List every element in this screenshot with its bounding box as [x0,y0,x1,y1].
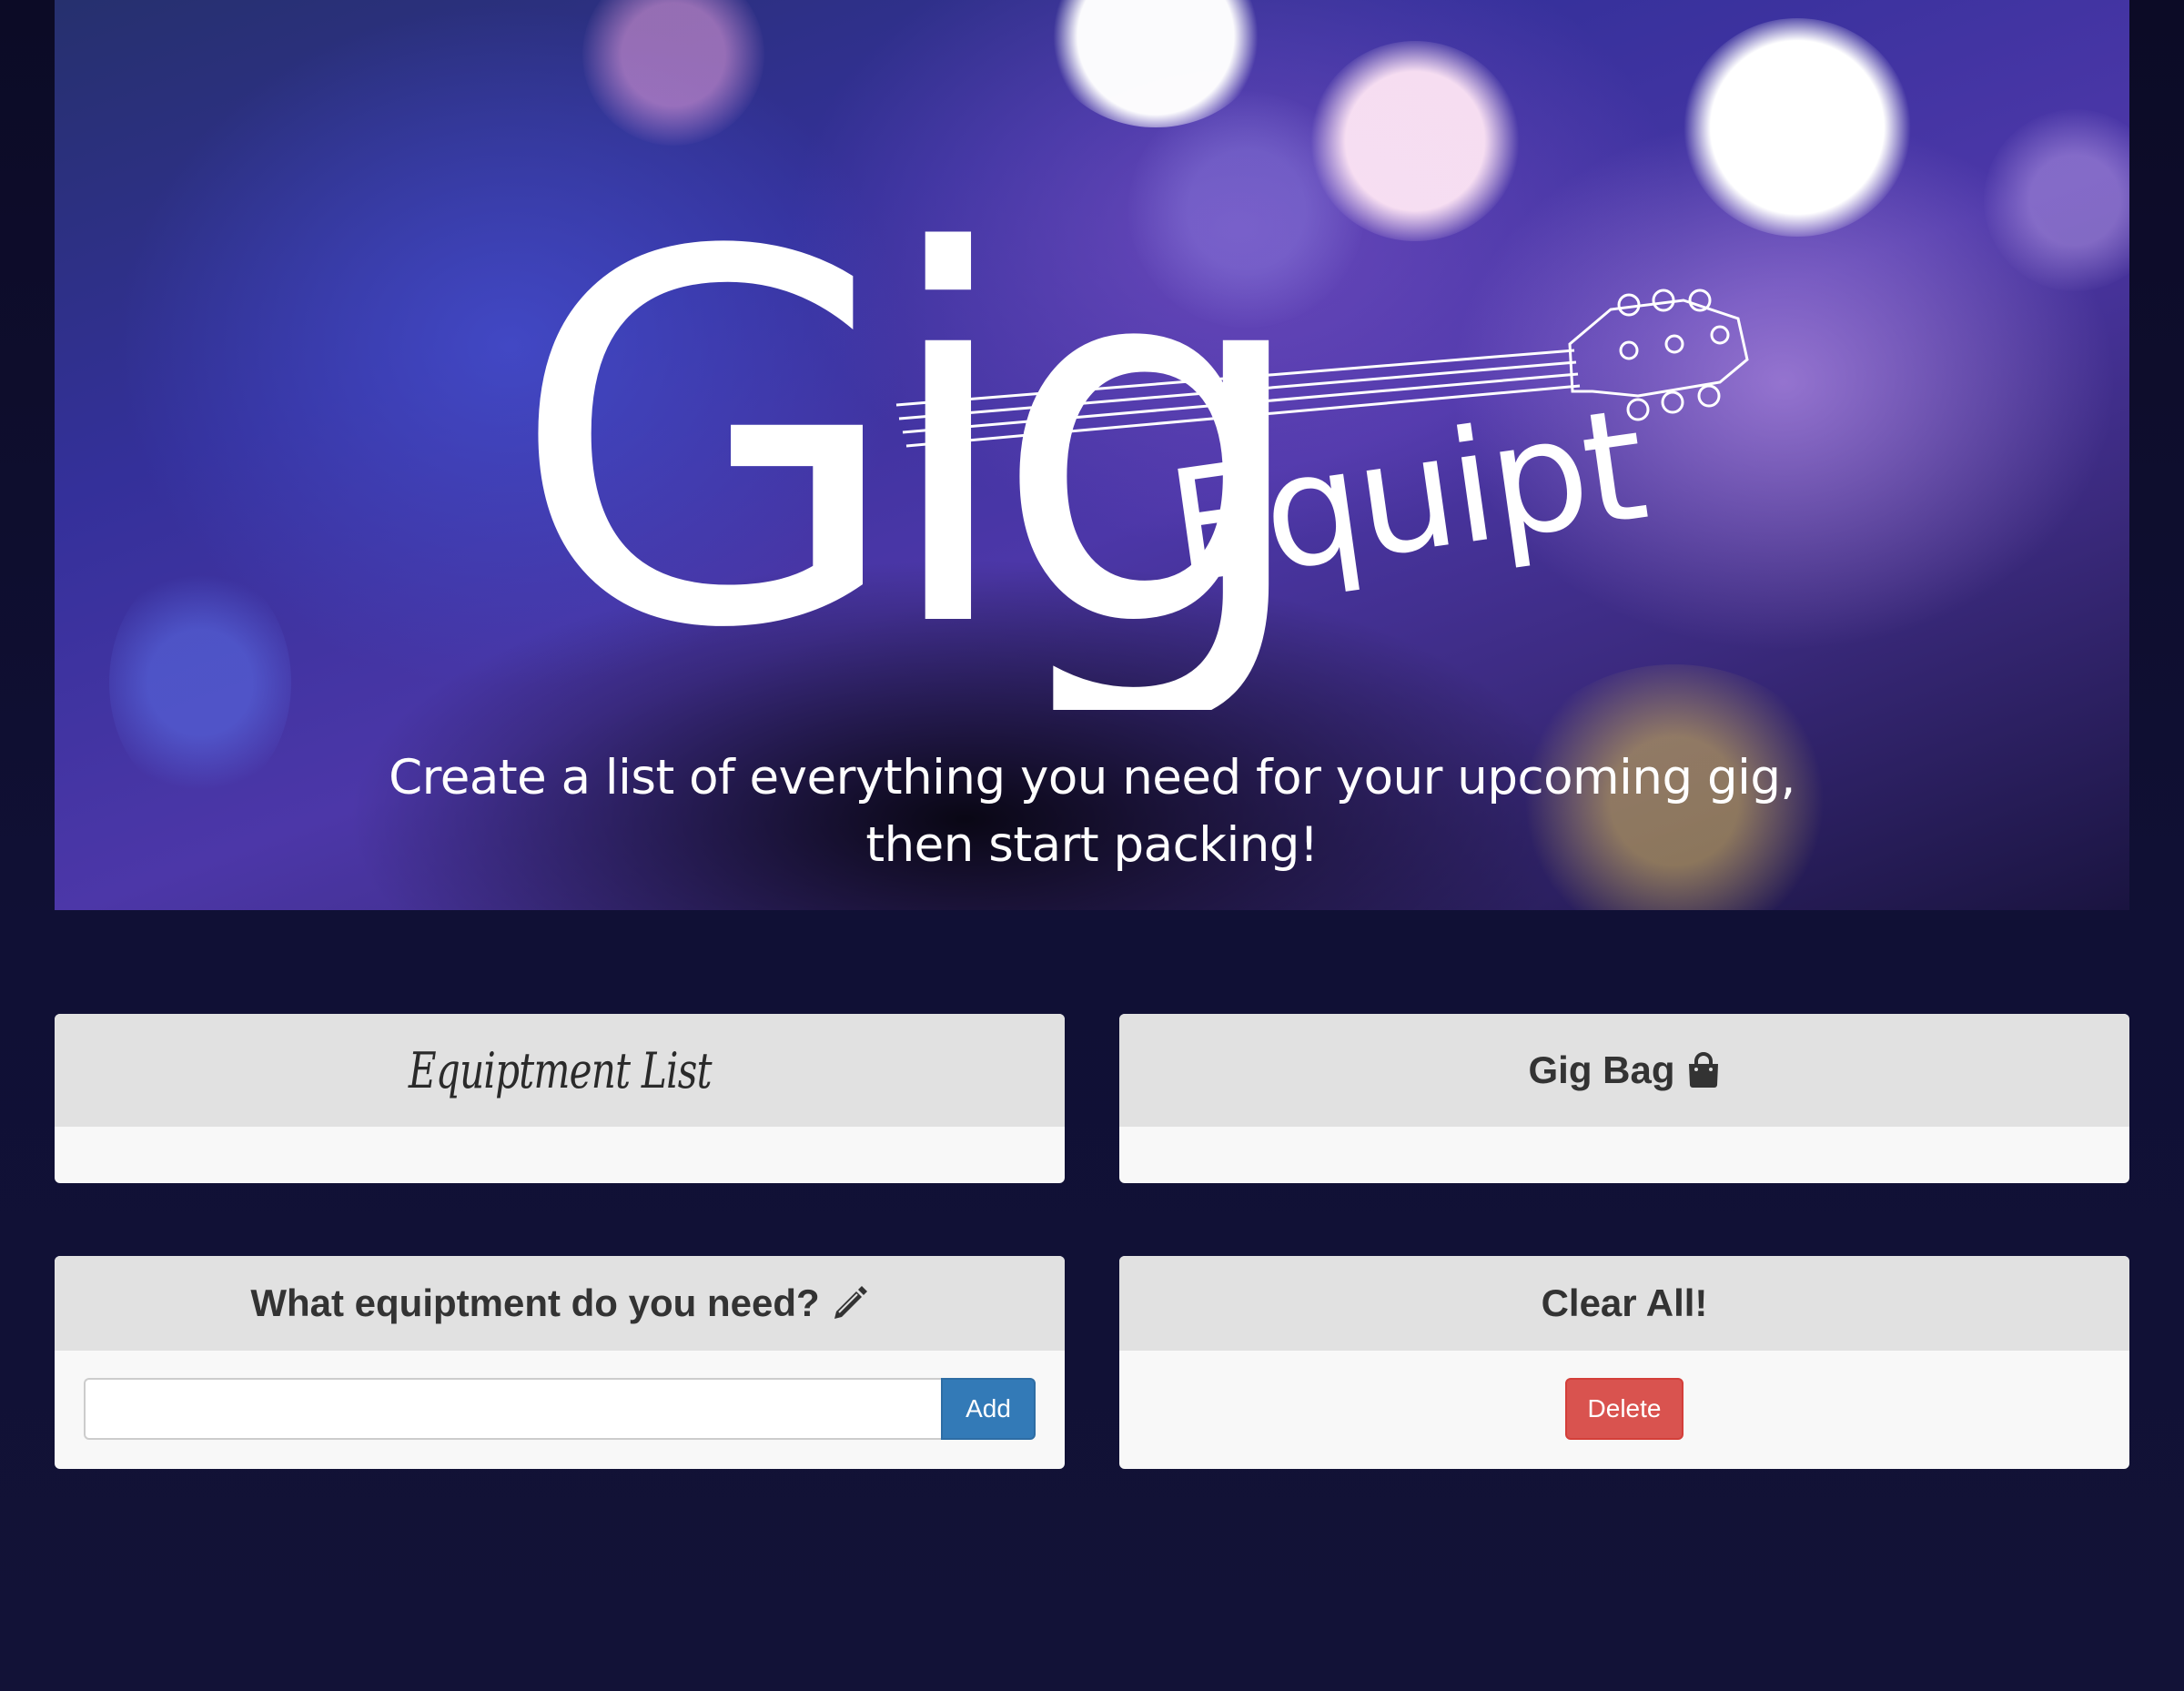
add-equipment-panel: What equiptment do you need? Add [55,1256,1065,1469]
add-button[interactable]: Add [941,1378,1036,1440]
delete-button[interactable]: Delete [1565,1378,1684,1440]
pencil-icon [831,1284,869,1322]
tagline-line-1: Create a list of everything you need for… [389,750,1795,805]
add-equipment-title: What equiptment do you need? [250,1281,820,1324]
gig-bag-panel: Gig Bag [1119,1014,2129,1183]
clear-all-panel: Clear All! Delete [1119,1256,2129,1469]
bokeh-light [582,0,764,146]
tagline-line-2: then start packing! [865,817,1319,873]
equipment-list-title: Equiptment List [408,1041,713,1099]
gigequipt-logo: Gig Equipt [510,164,1749,710]
add-equipment-form: Add [84,1378,1036,1440]
shopping-bag-icon [1686,1052,1721,1089]
gig-bag-title: Gig Bag [1528,1048,1675,1091]
add-equipment-heading: What equiptment do you need? [55,1256,1065,1351]
tagline: Create a list of everything you need for… [55,744,2129,879]
gig-bag-heading: Gig Bag [1119,1014,2129,1127]
bokeh-light [1046,0,1265,127]
hero-banner: Gig Equipt Create a list of everything y… [55,0,2129,910]
equipment-input[interactable] [84,1378,941,1440]
equipment-list-heading: Equiptment List [55,1014,1065,1127]
clear-all-heading: Clear All! [1119,1256,2129,1351]
logo-gig-text: Gig [510,164,1288,710]
clear-all-title: Clear All! [1541,1281,1708,1324]
bokeh-light [1984,109,2129,291]
equipment-list-panel: Equiptment List [55,1014,1065,1183]
